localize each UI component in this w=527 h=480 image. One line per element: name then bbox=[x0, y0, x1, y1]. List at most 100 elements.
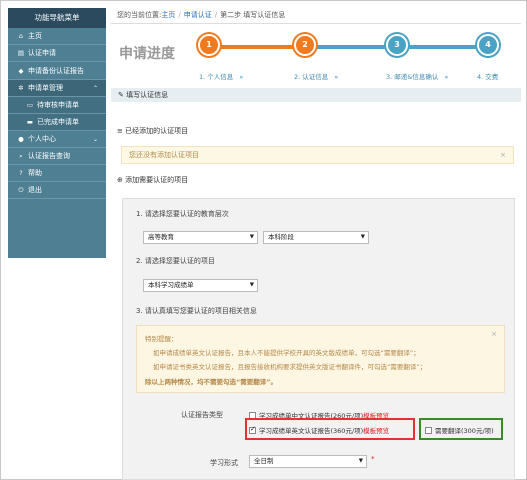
breadcrumb-home-link[interactable]: 主页 bbox=[161, 11, 175, 19]
select-value: 高等教育 bbox=[148, 233, 174, 241]
added-items-title: 已经添加的认证项目 bbox=[125, 127, 189, 135]
select-value: 本科阶段 bbox=[268, 233, 294, 241]
sidebar-item-completed[interactable]: ▬ 已完成申请单 bbox=[8, 114, 106, 131]
step-label-text: 2. 认证信息 bbox=[294, 73, 329, 81]
sidebar-item-order-manage[interactable]: ✲ 申请单管理 ⌃ bbox=[8, 80, 106, 97]
sidebar-item-label: 退出 bbox=[28, 186, 42, 194]
tip-3: 除以上两种情况，均不需要勾选“需要翻译”。 bbox=[145, 378, 278, 386]
sidebar-item-label: 已完成申请单 bbox=[37, 118, 79, 126]
step-2-label: 2. 认证信息 » bbox=[294, 71, 338, 81]
panel-title: 填写认证信息 bbox=[126, 91, 169, 99]
help-icon: ? bbox=[19, 169, 23, 177]
cert-item-select[interactable]: 本科学习成绩单 ▼ bbox=[143, 279, 258, 292]
study-form-label: 学习形式 bbox=[210, 459, 238, 467]
add-items-heading: ⊕ 添加需要认证的项目 bbox=[117, 175, 188, 185]
report-type-label: 认证报告类型 bbox=[181, 411, 223, 419]
step-arrow: » bbox=[334, 73, 339, 81]
tips-title: 特别提醒： bbox=[145, 335, 178, 343]
progress-track-done bbox=[209, 45, 305, 49]
chevron-up-icon: ⌃ bbox=[92, 85, 98, 92]
tip-1: 如申请成绩单英文认证报告，且本人不能提供学校开具的英文版成绩单，可勾选“需要翻译… bbox=[153, 349, 420, 357]
special-tips-box: 特别提醒： 如申请成绩单英文认证报告，且本人不能提供学校开具的英文版成绩单，可勾… bbox=[136, 325, 505, 393]
sidebar-item-profile[interactable]: ● 个人中心 ⌄ bbox=[8, 131, 106, 148]
breadcrumb-current: 第二步 填写认证信息 bbox=[220, 11, 286, 19]
checkbox-en-report[interactable] bbox=[249, 425, 256, 434]
sidebar-item-label: 个人中心 bbox=[28, 135, 56, 143]
question-2: 2. 请选择您要认证的项目 bbox=[136, 257, 215, 265]
option-en-report[interactable]: 学习成绩单英文认证报告(360元/项)模板预览 bbox=[249, 425, 389, 435]
sidebar-item-label: 认证报告查询 bbox=[28, 152, 70, 160]
breadcrumb-apply-link[interactable]: 申请认证 bbox=[184, 11, 212, 19]
sidebar-item-home[interactable]: ⌂ 主页 bbox=[8, 28, 106, 45]
gear-icon: ✲ bbox=[18, 84, 24, 92]
add-items-title: 添加需要认证的项目 bbox=[125, 176, 189, 184]
file-icon: ▤ bbox=[17, 49, 25, 57]
sidebar-title: 功能导航菜单 bbox=[8, 8, 106, 28]
sidebar-item-report-query[interactable]: ⌕ 认证报告查询 bbox=[8, 148, 106, 165]
list-icon: ≡ bbox=[117, 127, 126, 135]
select-value: 全日制 bbox=[254, 457, 274, 465]
empty-notice: 您还没有添加认证项目 × bbox=[121, 146, 514, 164]
study-form-select[interactable]: 全日制 ▼ bbox=[249, 455, 367, 468]
template-preview-link[interactable]: 模板预览 bbox=[363, 427, 389, 435]
step-2-circle: 2 bbox=[294, 34, 316, 56]
sidebar-item-help[interactable]: ? 帮助 bbox=[8, 165, 106, 182]
step-arrow: » bbox=[239, 73, 244, 81]
search-icon: ⌕ bbox=[19, 152, 23, 160]
add-item-form: 1. 请选择您要认证的教育层次 高等教育 ▼ 本科阶段 ▼ 2. 请选择您要认证的项… bbox=[122, 198, 515, 480]
sidebar-item-label: 认证申请 bbox=[28, 49, 56, 57]
chevron-down-icon: ▼ bbox=[249, 282, 254, 288]
sidebar-item-logout[interactable]: ⏻ 退出 bbox=[8, 182, 106, 199]
user-icon: ● bbox=[18, 135, 24, 143]
breadcrumb-prefix: 您的当前位置: bbox=[117, 11, 162, 19]
sidebar-item-backup-report[interactable]: ◆ 申请备份认证报告 bbox=[8, 62, 106, 80]
education-stage-select[interactable]: 本科阶段 ▼ bbox=[263, 231, 369, 244]
briefcase-icon: ▬ bbox=[26, 118, 34, 126]
close-icon[interactable]: × bbox=[500, 147, 506, 163]
step-1-label: 1. 个人信息 » bbox=[199, 71, 243, 81]
inbox-icon: ▭ bbox=[26, 101, 34, 109]
step-3-circle: 3 bbox=[386, 34, 408, 56]
question-1: 1. 请选择您要认证的教育层次 bbox=[136, 210, 229, 218]
chevron-down-icon: ⌄ bbox=[92, 136, 98, 143]
chevron-down-icon: ▼ bbox=[360, 234, 365, 240]
question-3: 3. 请认真填写您要认证的项目相关信息 bbox=[136, 307, 257, 315]
home-icon: ⌂ bbox=[18, 32, 24, 40]
chevron-down-icon: ▼ bbox=[358, 458, 363, 464]
required-mark: * bbox=[371, 455, 375, 463]
progress-steps: 申请进度 1 2 3 4 1. 个人信息 » 2. 认证信息 » 3. 邮递&信息确… bbox=[111, 26, 521, 88]
select-value: 本科学习成绩单 bbox=[148, 281, 194, 289]
step-label-text: 1. 个人信息 bbox=[199, 73, 234, 81]
plus-circle-icon: ⊕ bbox=[117, 176, 126, 184]
step-4-circle: 4 bbox=[477, 34, 499, 56]
tag-icon: ◆ bbox=[18, 67, 24, 75]
sidebar-item-apply[interactable]: ▤ 认证申请 bbox=[8, 45, 106, 62]
step-label-text: 4. 交费 bbox=[477, 73, 499, 81]
sidebar-item-pending[interactable]: ▭ 待审核申请单 bbox=[8, 97, 106, 114]
option-translate[interactable]: 需要翻译(300元/项) bbox=[425, 425, 494, 435]
step-arrow: » bbox=[444, 73, 449, 81]
close-icon[interactable]: × bbox=[491, 330, 497, 338]
main-content: 您的当前位置:主页 / 申请认证 / 第二步 填写认证信息 申请进度 1 2 3 4 1… bbox=[111, 8, 521, 480]
edit-icon: ✎ bbox=[118, 91, 127, 99]
sidebar-item-label: 主页 bbox=[28, 32, 42, 40]
added-items-heading: ≡ 已经添加的认证项目 bbox=[117, 126, 188, 136]
breadcrumb: 您的当前位置:主页 / 申请认证 / 第二步 填写认证信息 bbox=[111, 8, 521, 24]
breadcrumb-separator: / bbox=[178, 11, 181, 19]
sidebar-item-label: 待审核申请单 bbox=[37, 101, 79, 109]
education-level-select[interactable]: 高等教育 ▼ bbox=[143, 231, 258, 244]
sidebar-item-label: 申请备份认证报告 bbox=[28, 67, 84, 75]
tip-2: 如申请证书类英文认证报告，且报告接收机构要求提供英文版证书翻译件，可勾选“需要翻… bbox=[153, 363, 427, 371]
sidebar-item-label: 帮助 bbox=[28, 169, 42, 177]
checkbox-translate[interactable] bbox=[425, 426, 432, 434]
option-text: 需要翻译(300元/项) bbox=[435, 427, 494, 435]
step-4-label: 4. 交费 bbox=[477, 71, 498, 81]
breadcrumb-separator: / bbox=[214, 11, 218, 19]
panel-header: ✎ 填写认证信息 bbox=[111, 88, 521, 102]
sidebar-item-label: 申请单管理 bbox=[28, 84, 63, 92]
empty-notice-text: 您还没有添加认证项目 bbox=[129, 151, 199, 159]
step-label-text: 3. 邮递&信息确认 bbox=[386, 73, 439, 81]
power-icon: ⏻ bbox=[18, 186, 24, 194]
step-1-circle: 1 bbox=[198, 34, 220, 56]
progress-title: 申请进度 bbox=[119, 46, 175, 62]
